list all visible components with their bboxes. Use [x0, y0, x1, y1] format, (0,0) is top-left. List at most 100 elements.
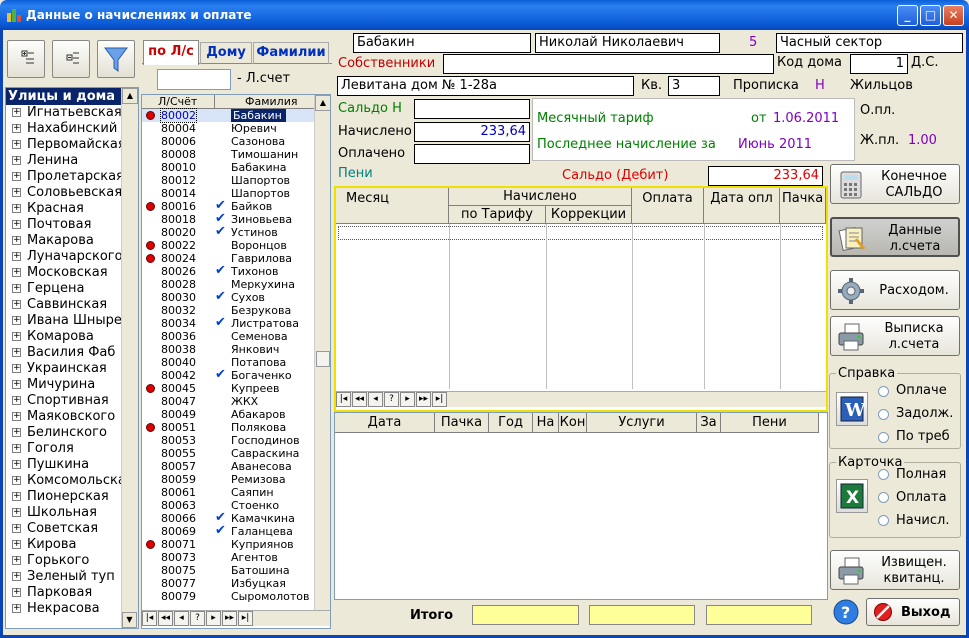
account-row[interactable]: 80028 Меркухина	[142, 278, 314, 291]
account-row[interactable]: 80077 Избуцкая	[142, 577, 314, 590]
street-item[interactable]: + Игнатьевская	[6, 105, 123, 121]
expand-node-icon[interactable]: +	[12, 380, 21, 389]
surname-field[interactable]: Бабакин	[353, 33, 531, 53]
nav-help-icon[interactable]: ?	[190, 611, 205, 626]
street-item[interactable]: + Комсомольская	[6, 473, 123, 489]
street-item[interactable]: + Ленина	[6, 153, 123, 169]
col-pack-header[interactable]: Пачка	[780, 188, 826, 224]
street-item[interactable]: + Парковая	[6, 585, 123, 601]
expand-node-icon[interactable]: +	[12, 508, 21, 517]
col-pack2-header[interactable]: Пачка	[435, 413, 489, 433]
accrued-field[interactable]: 233,64	[414, 122, 530, 142]
account-row[interactable]: 80008 Тимошанин	[142, 148, 314, 161]
account-row[interactable]: 80002 Бабакин	[142, 108, 314, 123]
expand-node-icon[interactable]: +	[12, 604, 21, 613]
expand-node-icon[interactable]: +	[12, 412, 21, 421]
expand-node-icon[interactable]: +	[12, 364, 21, 373]
account-row[interactable]: 80071 Куприянов	[142, 538, 314, 551]
account-row[interactable]: 80057 Аванесова	[142, 460, 314, 473]
street-item[interactable]: + Герцена	[6, 281, 123, 297]
card-radio-payment[interactable]	[878, 492, 889, 503]
col-year-header[interactable]: Год	[489, 413, 533, 433]
street-item[interactable]: + Пионерская	[6, 489, 123, 505]
nav-first-icon[interactable]: |◂	[142, 611, 157, 626]
house-code-field[interactable]: 1	[850, 54, 908, 74]
street-item[interactable]: + Украинская	[6, 361, 123, 377]
report-radio-request[interactable]	[878, 432, 889, 443]
street-item[interactable]: + Спортивная	[6, 393, 123, 409]
street-item[interactable]: + Некрасова	[6, 601, 123, 617]
filter-button[interactable]	[97, 40, 135, 78]
street-item[interactable]: + Нахабинский	[6, 121, 123, 137]
col-services-header[interactable]: Услуги	[587, 413, 697, 433]
account-row[interactable]: ✔ 80026 Тихонов	[142, 264, 314, 278]
account-row[interactable]: 80036 Семенова	[142, 330, 314, 343]
street-item[interactable]: + Пушкина	[6, 457, 123, 473]
street-item[interactable]: + Соловьевская	[6, 185, 123, 201]
expand-node-icon[interactable]: +	[12, 348, 21, 357]
nav-last-icon[interactable]: ▸|	[238, 611, 253, 626]
account-row[interactable]: 80045 Купреев	[142, 382, 314, 395]
account-data-button[interactable]: Данные л.счета	[830, 217, 960, 257]
word-report-button[interactable]: W	[836, 392, 868, 426]
street-item[interactable]: + Гоголя	[6, 441, 123, 457]
account-row[interactable]: 80004 Юревич	[142, 122, 314, 135]
account-row[interactable]: ✔ 80016 Байков	[142, 199, 314, 213]
account-row[interactable]: 80053 Господинов	[142, 434, 314, 447]
col-corrections-header[interactable]: Коррекции	[546, 206, 632, 224]
account-row[interactable]: 80022 Воронцов	[142, 239, 314, 252]
paid-field[interactable]	[414, 144, 530, 164]
tab-by-surname[interactable]: Фамилии	[253, 42, 329, 64]
account-row[interactable]: 80063 Стоенко	[142, 499, 314, 512]
street-item[interactable]: + Советская	[6, 521, 123, 537]
expand-node-icon[interactable]: +	[12, 204, 21, 213]
account-row[interactable]: 80038 Янкович	[142, 343, 314, 356]
tab-by-house[interactable]: Дому	[200, 42, 252, 64]
street-item[interactable]: + Ивана Шныре	[6, 313, 123, 329]
expand-node-icon[interactable]: +	[12, 172, 21, 181]
accruals-navigator[interactable]: |◂ ◂◂ ◂? ▸ ▸▸ ▸|	[336, 391, 826, 407]
account-row[interactable]: 80012 Шапортов	[142, 174, 314, 187]
nav-next-icon[interactable]: ▸	[400, 392, 415, 407]
report-radio-debt[interactable]	[878, 409, 889, 420]
col-start-header[interactable]: На	[533, 413, 559, 433]
col-account-header[interactable]: Л/Счёт	[158, 95, 197, 108]
account-row[interactable]: ✔ 80020 Устинов	[142, 225, 314, 239]
expand-node-icon[interactable]: +	[12, 524, 21, 533]
notice-button[interactable]: Извищен. квитанц.	[830, 550, 960, 590]
street-item[interactable]: + Первомайская	[6, 137, 123, 153]
card-radio-full[interactable]	[878, 469, 889, 480]
nav-prev-page-icon[interactable]: ◂◂	[352, 392, 367, 407]
account-search-input[interactable]	[157, 69, 231, 90]
col-pay-date-header[interactable]: Дата опл	[704, 188, 780, 224]
expand-node-icon[interactable]: +	[12, 396, 21, 405]
nav-next-page-icon[interactable]: ▸▸	[416, 392, 431, 407]
account-row[interactable]: 80024 Гаврилова	[142, 252, 314, 265]
expand-node-icon[interactable]: +	[12, 252, 21, 261]
scroll-up-icon[interactable]: ▲	[315, 95, 330, 111]
exit-button[interactable]: Выход	[866, 598, 960, 626]
statement-button[interactable]: Выписка л.счета	[830, 316, 960, 356]
expand-node-icon[interactable]: +	[12, 124, 21, 133]
col-payment-header[interactable]: Оплата	[632, 188, 704, 224]
help-button[interactable]: ?	[830, 598, 862, 626]
nav-prev-icon[interactable]: ◂	[368, 392, 383, 407]
col-accrued-header[interactable]: Начислено	[449, 188, 632, 206]
account-row[interactable]: 80040 Потапова	[142, 356, 314, 369]
collapse-tree-button[interactable]	[52, 40, 90, 78]
expand-node-icon[interactable]: +	[12, 476, 21, 485]
col-end-header[interactable]: Кон	[559, 413, 587, 433]
accruals-grid[interactable]: Месяц Начислено по Тарифу Коррекции Опла…	[334, 186, 828, 412]
name-field[interactable]: Николай Николаевич	[535, 33, 720, 53]
account-row[interactable]: 80051 Полякова	[142, 421, 314, 434]
expand-node-icon[interactable]: +	[12, 316, 21, 325]
account-row[interactable]: 80049 Абакаров	[142, 408, 314, 421]
expense-button[interactable]: Расходом.	[830, 270, 960, 310]
street-item[interactable]: + Зеленый туп	[6, 569, 123, 585]
street-item[interactable]: + Макарова	[6, 233, 123, 249]
expand-node-icon[interactable]: +	[12, 284, 21, 293]
expand-node-icon[interactable]: +	[12, 444, 21, 453]
account-row[interactable]: 80075 Батошина	[142, 564, 314, 577]
saldo-debit-field[interactable]: 233,64	[708, 166, 823, 186]
scroll-down-icon[interactable]: ▼	[122, 612, 137, 628]
